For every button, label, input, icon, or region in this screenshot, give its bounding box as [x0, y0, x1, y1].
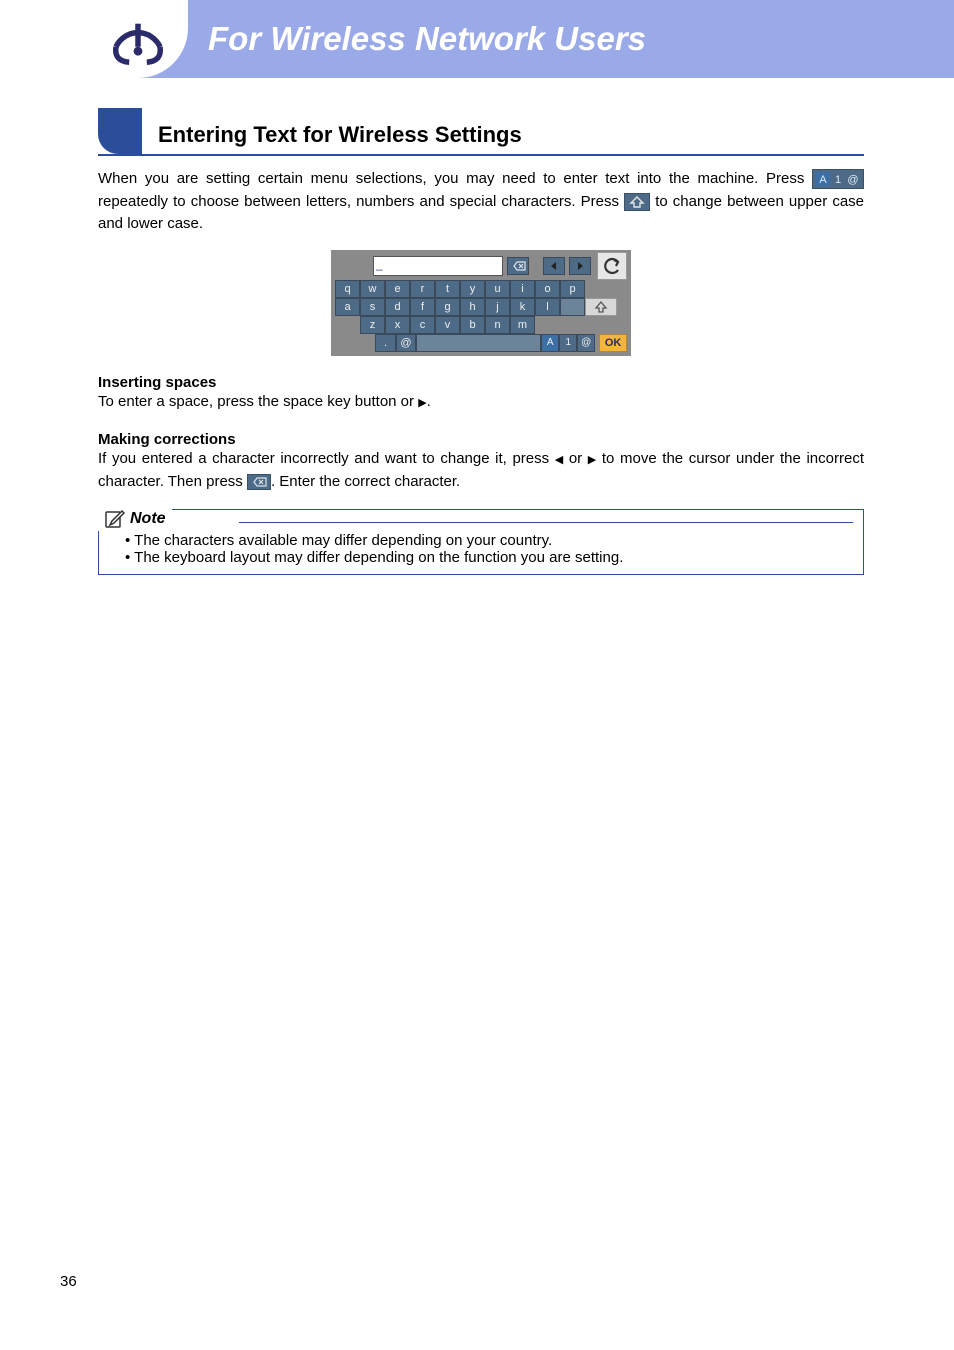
key-shift[interactable] [585, 298, 617, 316]
key-m[interactable]: m [510, 316, 535, 334]
key-x[interactable]: x [385, 316, 410, 334]
onscreen-keyboard: _ qwertyuiop asdfghjkl zxcvbnm . @ A 1 @ [331, 250, 631, 356]
intro-text-2: repeatedly to choose between letters, nu… [98, 193, 624, 210]
making-corrections-text: If you entered a character incorrectly a… [98, 448, 864, 493]
section-header: Entering Text for Wireless Settings [98, 108, 864, 156]
note-pencil-icon [104, 509, 126, 529]
svg-text:1: 1 [835, 174, 841, 186]
corr-b: or [563, 450, 588, 467]
key-d[interactable]: d [385, 298, 410, 316]
key-at[interactable]: @ [396, 334, 417, 352]
key-u[interactable]: u [485, 280, 510, 298]
mode-symbols[interactable]: @ [577, 334, 595, 352]
key-e[interactable]: e [385, 280, 410, 298]
key-a[interactable]: a [335, 298, 360, 316]
keyboard-cursor-right-button[interactable] [569, 257, 591, 275]
inserting-spaces-text: To enter a space, press the space key bu… [98, 391, 864, 414]
mode-letters[interactable]: A [541, 334, 559, 352]
triangle-right-icon: ▶ [588, 452, 596, 469]
header-logo [88, 0, 188, 78]
section-title: Entering Text for Wireless Settings [158, 122, 522, 154]
key-b[interactable]: b [460, 316, 485, 334]
key-w[interactable]: w [360, 280, 385, 298]
keyboard-cursor-left-button[interactable] [543, 257, 565, 275]
svg-text:@: @ [847, 174, 858, 186]
triangle-left-icon [549, 261, 559, 271]
keyboard-return-button[interactable] [597, 252, 627, 280]
header-banner: For Wireless Network Users [88, 0, 954, 78]
key-blank [560, 298, 585, 316]
corr-d: . Enter the correct character. [271, 473, 460, 490]
intro-text-1: When you are setting certain menu select… [98, 170, 812, 187]
corr-a: If you entered a character incorrectly a… [98, 450, 555, 467]
key-h[interactable]: h [460, 298, 485, 316]
key-j[interactable]: j [485, 298, 510, 316]
key-p[interactable]: p [560, 280, 585, 298]
key-g[interactable]: g [435, 298, 460, 316]
wifi-icon [105, 10, 171, 66]
key-spacebar[interactable] [416, 334, 541, 352]
keyboard-mode-strip: A 1 @ [541, 334, 595, 352]
inserting-spaces-heading: Inserting spaces [98, 374, 864, 391]
key-r[interactable]: r [410, 280, 435, 298]
intro-paragraph: When you are setting certain menu select… [98, 168, 864, 236]
spaces-text-b: . [427, 393, 431, 410]
key-f[interactable]: f [410, 298, 435, 316]
return-arrow-icon [601, 257, 623, 275]
spaces-text-a: To enter a space, press the space key bu… [98, 393, 418, 410]
keyboard-ok-button[interactable]: OK [599, 334, 627, 352]
triangle-right-icon: ▶ [418, 395, 426, 412]
key-k[interactable]: k [510, 298, 535, 316]
key-i[interactable]: i [510, 280, 535, 298]
note-label: Note [98, 509, 172, 531]
key-q[interactable]: q [335, 280, 360, 298]
backspace-icon [510, 260, 526, 272]
key-l[interactable]: l [535, 298, 560, 316]
key-o[interactable]: o [535, 280, 560, 298]
keyboard-backspace-button[interactable] [507, 257, 529, 275]
note-divider [239, 522, 853, 523]
key-period[interactable]: . [375, 334, 396, 352]
key-z[interactable]: z [360, 316, 385, 334]
key-c[interactable]: c [410, 316, 435, 334]
keyboard-text-field[interactable]: _ [373, 256, 503, 276]
header-title: For Wireless Network Users [208, 20, 646, 58]
backspace-button-icon [247, 474, 271, 490]
mode-switch-button-icon: A 1 @ [812, 169, 864, 189]
key-s[interactable]: s [360, 298, 385, 316]
note-item: The characters available may differ depe… [125, 532, 853, 549]
key-t[interactable]: t [435, 280, 460, 298]
section-tab-decoration [98, 108, 142, 154]
key-v[interactable]: v [435, 316, 460, 334]
note-label-text: Note [130, 510, 166, 528]
key-n[interactable]: n [485, 316, 510, 334]
page-number: 36 [60, 1273, 77, 1290]
svg-text:A: A [819, 174, 827, 186]
triangle-right-icon [575, 261, 585, 271]
note-item: The keyboard layout may differ depending… [125, 549, 853, 566]
triangle-left-icon: ◀ [555, 452, 563, 469]
key-y[interactable]: y [460, 280, 485, 298]
shift-button-icon [624, 193, 650, 211]
making-corrections-heading: Making corrections [98, 431, 864, 448]
note-box: Note The characters available may differ… [98, 509, 864, 575]
mode-numbers[interactable]: 1 [559, 334, 577, 352]
